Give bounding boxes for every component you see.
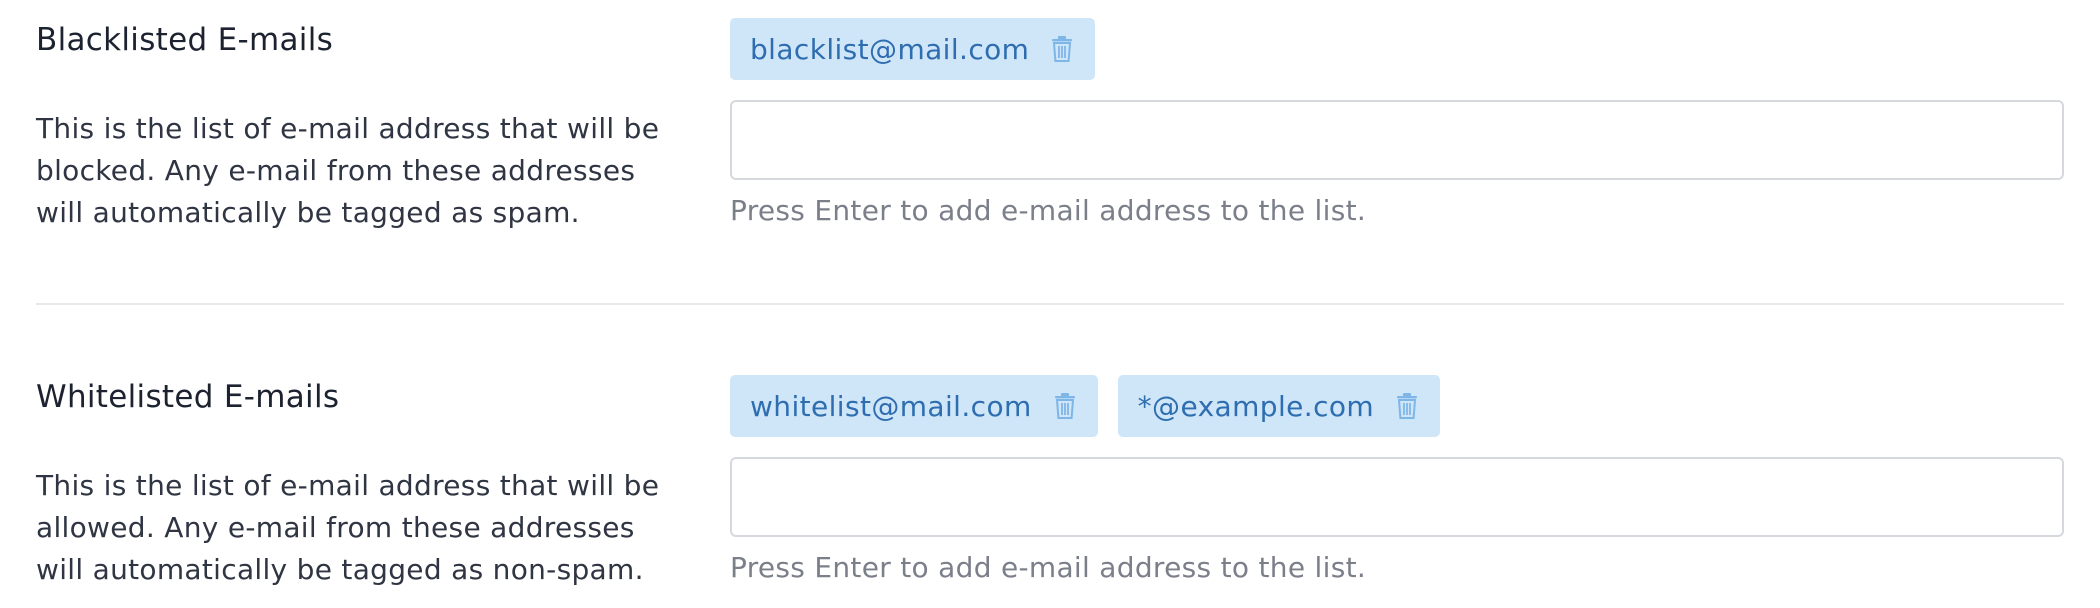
- email-tag: *@example.com: [1117, 375, 1441, 437]
- blacklist-help-text: Press Enter to add e-mail address to the…: [730, 194, 1367, 227]
- email-tag: whitelist@mail.com: [730, 375, 1098, 437]
- trash-icon[interactable]: [1054, 393, 1076, 419]
- email-tag-label: whitelist@mail.com: [750, 389, 1032, 423]
- section-divider: [36, 303, 2064, 305]
- whitelist-email-input[interactable]: [730, 457, 2064, 537]
- trash-icon[interactable]: [1051, 36, 1073, 62]
- whitelist-help-text: Press Enter to add e-mail address to the…: [730, 551, 1367, 584]
- email-tag-label: blacklist@mail.com: [750, 32, 1030, 66]
- email-tag-label: *@example.com: [1137, 389, 1375, 423]
- whitelist-title: Whitelisted E-mails: [36, 379, 340, 415]
- blacklist-tags: blacklist@mail.com: [730, 18, 1096, 80]
- whitelist-description: This is the list of e-mail address that …: [36, 469, 660, 586]
- whitelist-tags: whitelist@mail.com *@example.com: [730, 375, 1441, 437]
- email-tag: blacklist@mail.com: [730, 18, 1096, 80]
- blacklist-description: This is the list of e-mail address that …: [36, 112, 660, 229]
- blacklist-title: Blacklisted E-mails: [36, 22, 334, 58]
- trash-icon[interactable]: [1396, 393, 1418, 419]
- blacklist-email-input[interactable]: [730, 100, 2064, 180]
